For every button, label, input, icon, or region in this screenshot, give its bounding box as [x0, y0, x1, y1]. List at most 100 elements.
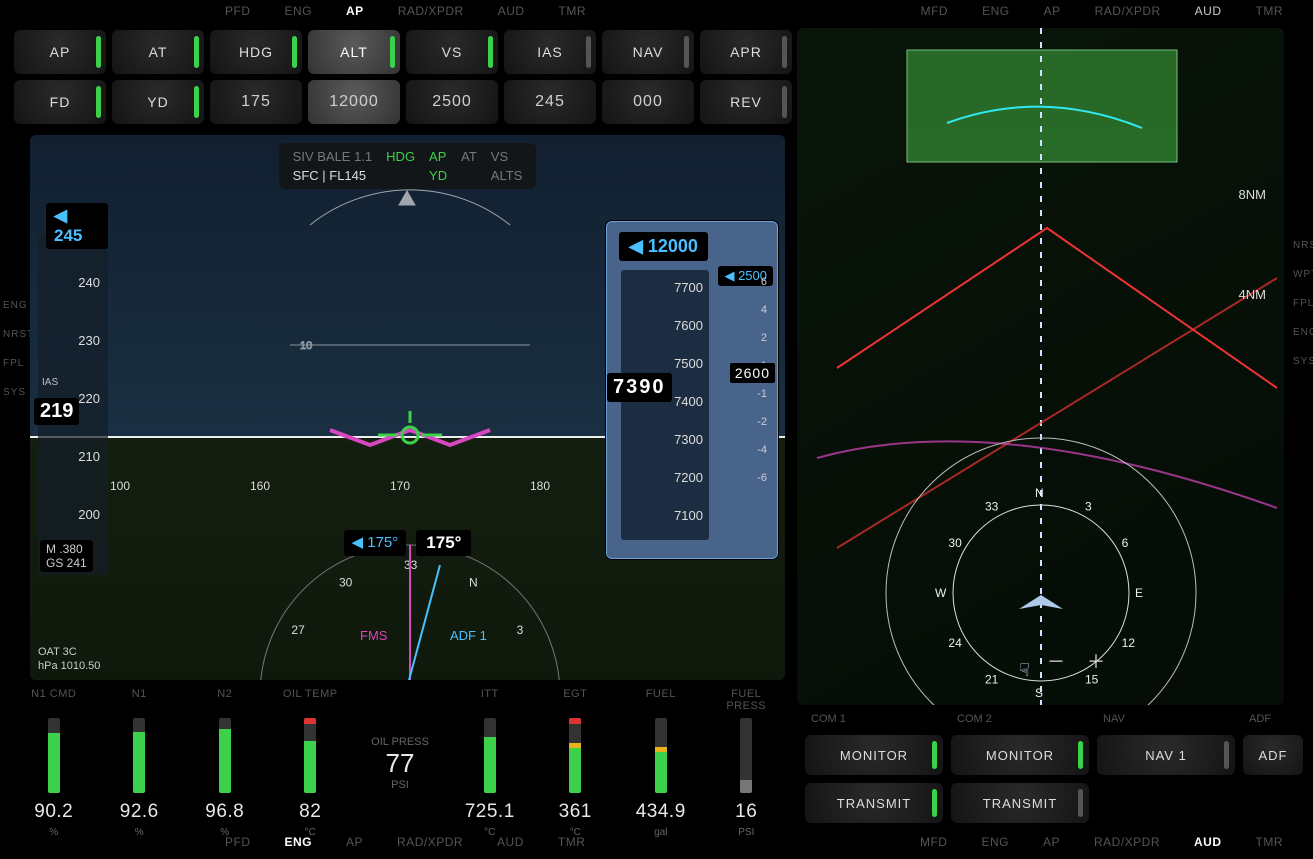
fma-at: AT: [461, 149, 477, 164]
ap-rev-button[interactable]: REV: [700, 80, 792, 124]
eng-gauge-oil-temp: OIL TEMP82°C: [277, 688, 345, 838]
tab-tmr-r[interactable]: TMR: [1256, 4, 1284, 26]
ap-yd-button[interactable]: YD: [112, 80, 204, 124]
fpl-alt: SFC | FL145: [293, 168, 373, 183]
st-fpl[interactable]: FPL: [3, 358, 21, 369]
ap-value-1-3[interactable]: 12000: [308, 80, 400, 124]
primary-flight-display: SIV BALE 1.1 SFC | FL145 HDG AP YD AT VS…: [30, 135, 785, 680]
btab-aud-r[interactable]: AUD: [1194, 835, 1222, 857]
st-fpl-r[interactable]: FPL: [1293, 298, 1311, 309]
st-nrst-r[interactable]: NRST: [1293, 240, 1311, 251]
engine-strip: N1 CMD90.2%N192.6%N296.8%OIL TEMP82°COIL…: [20, 688, 780, 838]
tab-pfd[interactable]: PFD: [225, 4, 251, 26]
eng-gauge-n1: N192.6%: [106, 688, 174, 838]
mfd-side-tabs: NRST WPT FPL ENG SYS: [1293, 240, 1311, 367]
ap-value-1-6[interactable]: 000: [602, 80, 694, 124]
map-zoom-controls: － ＋: [1047, 652, 1105, 672]
tab-tmr[interactable]: TMR: [559, 4, 587, 26]
asi-tick: 210: [78, 449, 100, 464]
airspeed-tape[interactable]: ◀ 245 240230220210200 219 IAS: [38, 235, 108, 575]
pfd-top-tabs: PFD ENG AP RAD/XPDR AUD TMR: [0, 4, 586, 26]
st-sys[interactable]: SYS: [3, 387, 21, 398]
tab-aud-r[interactable]: AUD: [1195, 4, 1222, 26]
cursor-icon: ☟: [1019, 660, 1030, 681]
heading-readout: ◀ 175° 175°: [344, 530, 472, 556]
svg-text:N: N: [469, 575, 478, 589]
alt-tick: 7300: [674, 432, 703, 447]
ap-value-1-2[interactable]: 175: [210, 80, 302, 124]
tab-rad[interactable]: RAD/XPDR: [398, 4, 464, 26]
altitude-tape-popup[interactable]: ◀ 12000 7700760075007400730072007100 739…: [606, 221, 778, 559]
zoom-in-icon[interactable]: ＋: [1087, 652, 1105, 672]
ap-alt-button[interactable]: ALT: [308, 30, 400, 74]
asi-tick: 230: [78, 333, 100, 348]
adf-button[interactable]: ADF: [1243, 735, 1303, 775]
fma-vs: VS: [491, 149, 523, 164]
com1-monitor-button[interactable]: MONITOR: [805, 735, 943, 775]
svg-text:12: 12: [1122, 636, 1136, 650]
tab-ap[interactable]: AP: [346, 4, 364, 26]
pfd-bottom-tabs: PFD ENG AP RAD/XPDR AUD TMR: [0, 835, 585, 857]
ap-ias-button[interactable]: IAS: [504, 30, 596, 74]
svg-text:15: 15: [1085, 673, 1099, 687]
zoom-out-icon[interactable]: －: [1047, 652, 1065, 672]
svg-text:160: 160: [250, 479, 270, 493]
btab-rad-r[interactable]: RAD/XPDR: [1094, 835, 1160, 857]
btab-pfd[interactable]: PFD: [225, 835, 251, 857]
com1-transmit-button[interactable]: TRANSMIT: [805, 783, 943, 823]
tab-ap-r[interactable]: AP: [1044, 4, 1061, 26]
btab-ap[interactable]: AP: [346, 835, 363, 857]
tab-aud[interactable]: AUD: [498, 4, 525, 26]
svg-text:W: W: [935, 586, 947, 600]
btab-eng-r[interactable]: ENG: [981, 835, 1009, 857]
altitude-tape[interactable]: 7700760075007400730072007100: [621, 270, 709, 540]
st-eng-r[interactable]: ENG: [1293, 327, 1311, 338]
btab-aud[interactable]: AUD: [497, 835, 524, 857]
ap-value-1-5[interactable]: 245: [504, 80, 596, 124]
mfd-top-tabs: MFD ENG AP RAD/XPDR AUD TMR: [921, 4, 1283, 26]
tab-eng-r[interactable]: ENG: [982, 4, 1010, 26]
btab-rad[interactable]: RAD/XPDR: [397, 835, 463, 857]
btab-tmr[interactable]: TMR: [558, 835, 586, 857]
heading-bug[interactable]: ◀ 175°: [344, 530, 407, 556]
st-wpt-r[interactable]: WPT: [1293, 269, 1311, 280]
nav1-button[interactable]: NAV 1: [1097, 735, 1235, 775]
vs-tick: -1: [757, 388, 767, 400]
st-eng[interactable]: ENG: [3, 300, 21, 311]
btab-mfd[interactable]: MFD: [920, 835, 948, 857]
vs-tick: -2: [757, 416, 767, 428]
st-nrst[interactable]: NRST: [3, 329, 21, 340]
multi-function-display[interactable]: N36E1215S2124W3033 － ＋ ☟ 8NM 4NM: [797, 28, 1284, 705]
vs-tape[interactable]: 6421-1-2-4-6: [725, 266, 771, 516]
ap-apr-button[interactable]: APR: [700, 30, 792, 74]
tab-rad-r[interactable]: RAD/XPDR: [1095, 4, 1161, 26]
ap-at-button[interactable]: AT: [112, 30, 204, 74]
svg-text:S: S: [1035, 686, 1043, 700]
com2-monitor-button[interactable]: MONITOR: [951, 735, 1089, 775]
btab-tmr-r[interactable]: TMR: [1256, 835, 1284, 857]
ap-nav-button[interactable]: NAV: [602, 30, 694, 74]
st-sys-r[interactable]: SYS: [1293, 356, 1311, 367]
mach-gs-box: M .380GS 241: [40, 540, 93, 572]
btab-eng[interactable]: ENG: [285, 835, 313, 857]
pfd-footer: OAT 3C hPa 1010.50: [38, 644, 100, 672]
tab-mfd[interactable]: MFD: [921, 4, 949, 26]
svg-text:33: 33: [985, 499, 999, 513]
svg-text:100: 100: [110, 479, 130, 493]
ap-hdg-button[interactable]: HDG: [210, 30, 302, 74]
tab-eng[interactable]: ENG: [285, 4, 313, 26]
svg-text:10: 10: [300, 340, 312, 352]
ap-fd-button[interactable]: FD: [14, 80, 106, 124]
com2-transmit-button[interactable]: TRANSMIT: [951, 783, 1089, 823]
ap-value-1-4[interactable]: 2500: [406, 80, 498, 124]
ias-label: IAS: [42, 377, 58, 388]
btab-ap-r[interactable]: AP: [1043, 835, 1060, 857]
svg-text:180: 180: [530, 479, 550, 493]
vs-tick: 2: [761, 332, 767, 344]
eng-gauge-n2: N296.8%: [191, 688, 259, 838]
ap-vs-button[interactable]: VS: [406, 30, 498, 74]
ap-ap-button[interactable]: AP: [14, 30, 106, 74]
nav-label: NAV: [1103, 713, 1235, 725]
alt-tick: 7600: [674, 318, 703, 333]
nav-map[interactable]: N36E1215S2124W3033 － ＋: [797, 28, 1284, 705]
